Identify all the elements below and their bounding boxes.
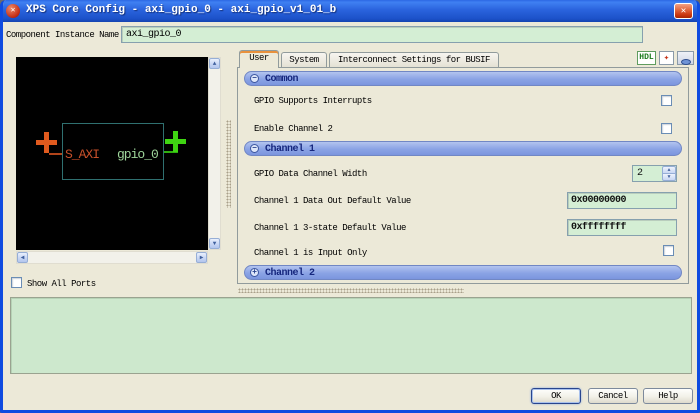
gpio-plus-icon [165, 131, 186, 152]
tab-system[interactable]: System [281, 52, 327, 68]
collapse-icon[interactable]: − [250, 74, 259, 83]
section-channel2-header[interactable]: + Channel 2 [244, 265, 682, 280]
spinner-value: 2 [637, 168, 643, 179]
ch1-input-only-checkbox[interactable] [663, 245, 674, 256]
description-panel [10, 297, 692, 374]
pdf-datasheet-icon[interactable]: ✦ [659, 51, 674, 65]
canvas-vertical-scrollbar[interactable]: ▲ ▼ [208, 57, 221, 250]
section-common-header[interactable]: − Common [244, 71, 682, 86]
enable-channel-2-label: Enable Channel 2 [254, 124, 333, 134]
component-instance-name-input[interactable] [121, 26, 643, 43]
cancel-button[interactable]: Cancel [588, 388, 638, 404]
section-channel2-title: Channel 2 [265, 268, 315, 279]
scroll-right-icon[interactable]: ▶ [196, 252, 207, 263]
ip-block-diagram-canvas: S_AXI gpio_0 [16, 57, 208, 250]
view-hdl-button[interactable]: HDL [637, 51, 656, 65]
tab-user[interactable]: User [239, 50, 279, 68]
show-all-ports-label: Show All Ports [27, 279, 96, 289]
s-axi-port-stub [49, 153, 62, 155]
ok-button[interactable]: OK [531, 388, 581, 404]
expand-icon[interactable]: + [250, 268, 259, 277]
window-title: XPS Core Config - axi_gpio_0 - axi_gpio_… [26, 4, 337, 16]
xps-core-config-dialog: ✕ XPS Core Config - axi_gpio_0 - axi_gpi… [0, 0, 700, 413]
ch1-input-only-label: Channel 1 is Input Only [254, 248, 367, 258]
close-icon[interactable]: ✕ [674, 3, 693, 19]
scroll-down-icon[interactable]: ▼ [209, 238, 220, 249]
globe-icon [680, 59, 691, 65]
vertical-splitter[interactable] [226, 120, 231, 208]
ch1-data-out-default-input[interactable] [567, 192, 677, 209]
s-axi-plus-icon [36, 132, 57, 153]
config-panel: − Common GPIO Supports Interrupts Enable… [237, 67, 689, 284]
title-bar[interactable]: ✕ XPS Core Config - axi_gpio_0 - axi_gpi… [3, 0, 697, 22]
help-button[interactable]: Help [643, 388, 693, 404]
s-axi-port-label: S_AXI [65, 147, 100, 162]
ch1-tristate-default-input[interactable] [567, 219, 677, 236]
enable-channel-2-checkbox[interactable] [661, 123, 672, 134]
tab-interconnect-settings[interactable]: Interconnect Settings for BUSIF [329, 52, 499, 68]
collapse-icon[interactable]: − [250, 144, 259, 153]
scroll-left-icon[interactable]: ◀ [17, 252, 28, 263]
ch1-tristate-default-label: Channel 1 3-state Default Value [254, 223, 406, 233]
section-channel1-title: Channel 1 [265, 144, 315, 155]
gpio-data-channel-width-spinner[interactable]: 2 ▲ ▼ [632, 165, 677, 182]
gpio-supports-interrupts-checkbox[interactable] [661, 95, 672, 106]
show-all-ports-checkbox[interactable] [11, 277, 22, 288]
section-channel1-header[interactable]: − Channel 1 [244, 141, 682, 156]
gpio-supports-interrupts-label: GPIO Supports Interrupts [254, 96, 372, 106]
section-common-title: Common [265, 74, 299, 85]
ch1-data-out-default-label: Channel 1 Data Out Default Value [254, 196, 411, 206]
canvas-horizontal-scrollbar[interactable]: ◀ ▶ [16, 251, 208, 264]
spinner-down-icon[interactable]: ▼ [662, 173, 676, 181]
gpio-port-label: gpio_0 [117, 147, 159, 162]
gpio-data-channel-width-label: GPIO Data Channel Width [254, 169, 367, 179]
xilinx-app-icon: ✕ [6, 4, 20, 18]
web-docs-icon[interactable] [677, 51, 694, 65]
component-instance-name-label: Component Instance Name [6, 30, 119, 40]
horizontal-splitter[interactable] [238, 288, 464, 293]
scroll-up-icon[interactable]: ▲ [209, 58, 220, 69]
